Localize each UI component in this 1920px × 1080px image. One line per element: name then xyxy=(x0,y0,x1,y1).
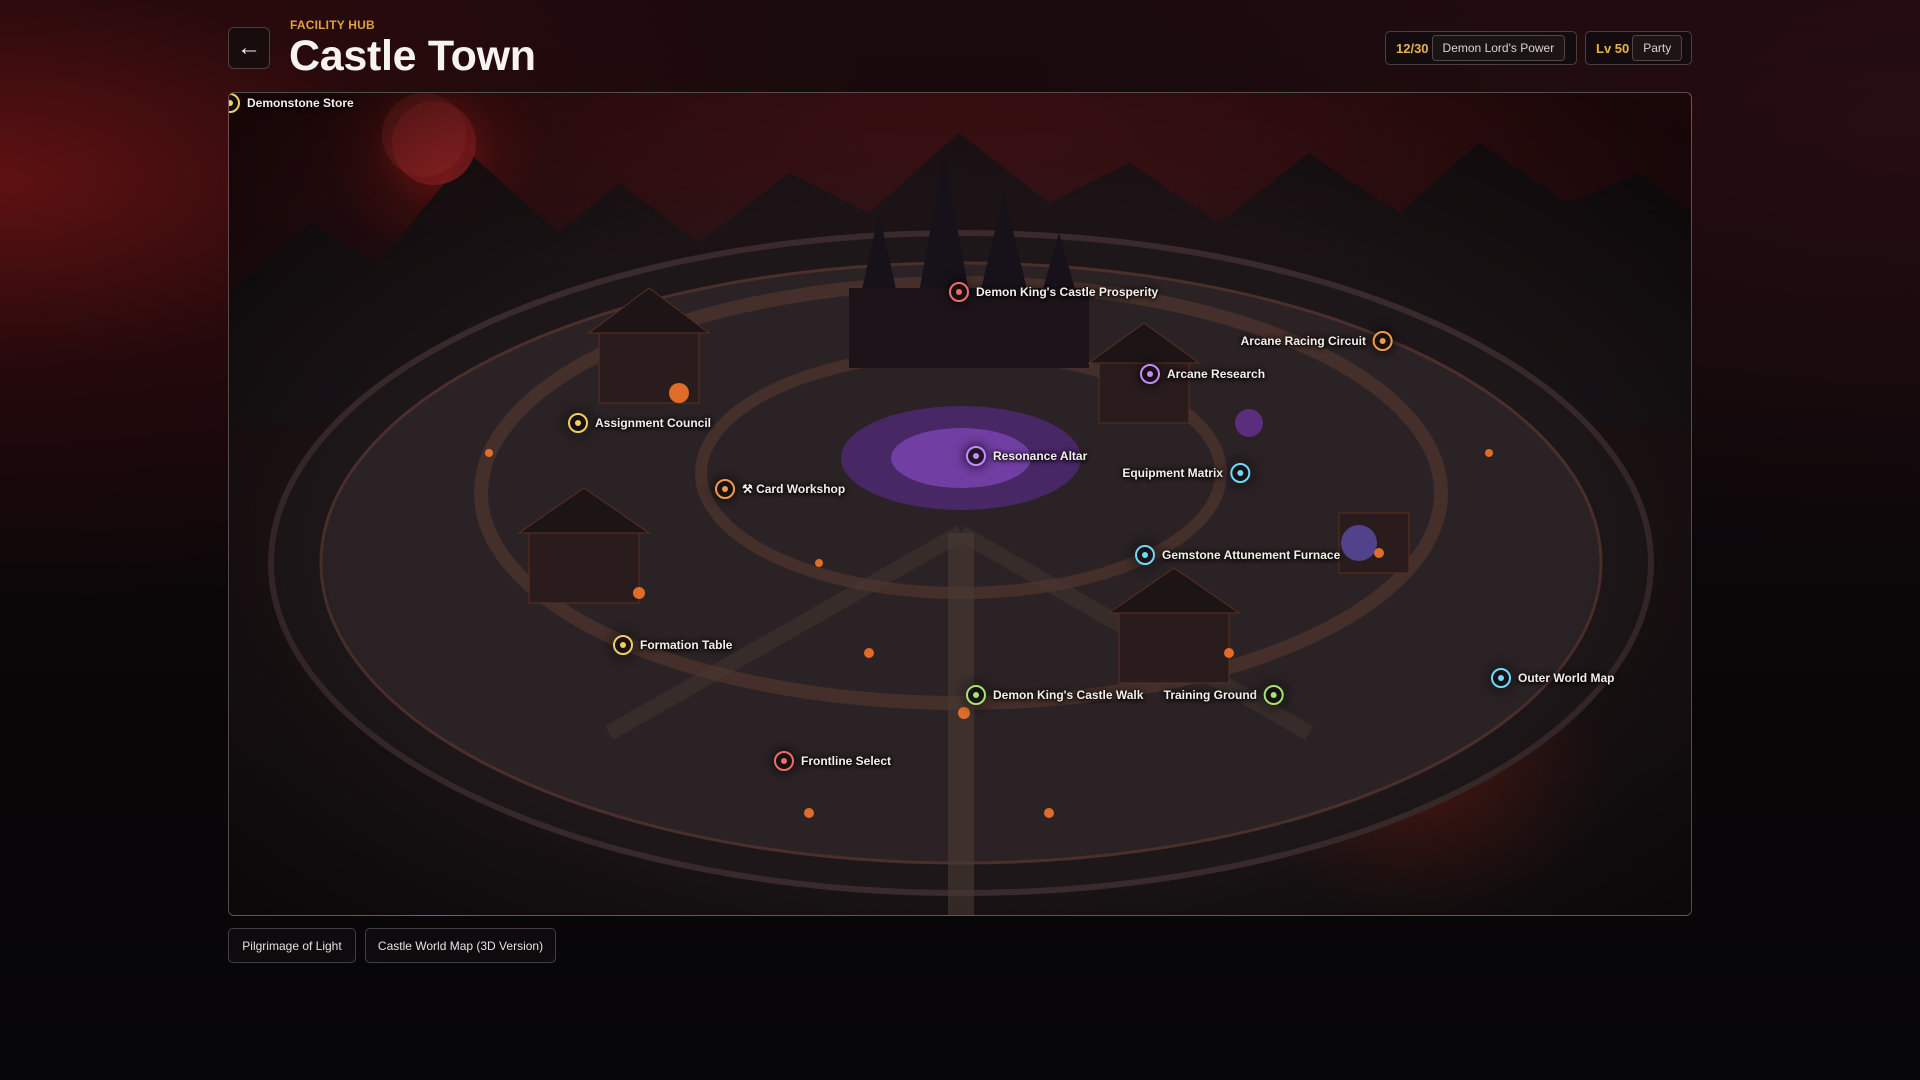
demon-lord-power-button[interactable]: Demon Lord's Power xyxy=(1431,35,1566,61)
location-marker-icon xyxy=(966,446,986,466)
poi-label: ⚒ Card Workshop xyxy=(742,482,846,496)
page-kicker: FACILITY HUB xyxy=(290,18,375,32)
poi-arcane-racing-circuit[interactable]: Arcane Racing Circuit xyxy=(1234,331,1393,351)
location-marker-icon xyxy=(949,282,969,302)
poi-label: Arcane Racing Circuit xyxy=(1240,334,1366,348)
poi-formation-table[interactable]: Formation Table xyxy=(613,635,739,655)
poi-label: Formation Table xyxy=(640,638,733,652)
poi-label: Resonance Altar xyxy=(993,449,1088,463)
poi-label: Demon King's Castle Walk xyxy=(993,688,1144,702)
poi-label: Demon King's Castle Prosperity xyxy=(976,285,1159,299)
poi-resonance-altar[interactable]: Resonance Altar xyxy=(966,446,1094,466)
poi-label: Outer World Map xyxy=(1518,671,1615,685)
poi-arcane-research[interactable]: Arcane Research xyxy=(1140,364,1272,384)
poi-label: Equipment Matrix xyxy=(1122,466,1223,480)
location-marker-icon xyxy=(1264,685,1284,705)
location-marker-icon xyxy=(1230,463,1250,483)
poi-demon-kings-castle-prosperity[interactable]: Demon King's Castle Prosperity xyxy=(949,282,1165,302)
location-marker-icon xyxy=(613,635,633,655)
poi-label: Demonstone Store xyxy=(247,96,354,110)
arrow-left-icon: ← xyxy=(237,34,261,61)
location-marker-icon xyxy=(568,413,588,433)
map-illustration xyxy=(229,93,1691,915)
poi-label: Training Ground xyxy=(1163,688,1257,702)
demon-lord-power-stat: 12/30 Demon Lord's Power xyxy=(1385,31,1577,65)
location-marker-icon xyxy=(966,685,986,705)
poi-frontline-select[interactable]: Frontline Select xyxy=(774,751,898,771)
poi-training-ground[interactable]: Training Ground xyxy=(1157,685,1284,705)
castle-world-map-3d-button[interactable]: Castle World Map (3D Version) xyxy=(365,928,556,963)
location-marker-icon xyxy=(1373,331,1393,351)
location-marker-icon xyxy=(1140,364,1160,384)
party-level-stat: Lv 50 Party xyxy=(1585,31,1692,65)
poi-equipment-matrix[interactable]: Equipment Matrix xyxy=(1115,463,1250,483)
poi-card-workshop[interactable]: ⚒ Card Workshop xyxy=(715,479,852,499)
page-title: Castle Town xyxy=(289,32,536,80)
poi-label: Frontline Select xyxy=(801,754,892,768)
back-button[interactable]: ← xyxy=(228,27,270,69)
poi-label: Arcane Research xyxy=(1167,367,1266,381)
location-marker-icon xyxy=(1491,668,1511,688)
location-marker-icon xyxy=(774,751,794,771)
poi-label: Assignment Council xyxy=(595,416,712,430)
poi-assignment-council[interactable]: Assignment Council xyxy=(568,413,718,433)
poi-outer-world-map[interactable]: Outer World Map xyxy=(1491,668,1621,688)
poi-demon-kings-castle-walk[interactable]: Demon King's Castle Walk xyxy=(966,685,1150,705)
power-value: 12/30 xyxy=(1396,40,1429,56)
location-marker-icon xyxy=(715,479,735,499)
location-marker-icon xyxy=(229,93,240,113)
poi-label: Gemstone Attunement Furnace xyxy=(1162,548,1341,562)
level-value: Lv 50 xyxy=(1596,40,1630,56)
poi-gemstone-attunement-furnace[interactable]: Gemstone Attunement Furnace xyxy=(1135,545,1347,565)
location-marker-icon xyxy=(1135,545,1155,565)
pilgrimage-of-light-button[interactable]: Pilgrimage of Light xyxy=(228,928,356,963)
party-button[interactable]: Party xyxy=(1632,35,1683,61)
poi-demonstone-store[interactable]: Demonstone Store xyxy=(229,93,361,113)
castle-town-map[interactable]: Demonstone Store Demon King's Castle Pro… xyxy=(228,92,1692,916)
